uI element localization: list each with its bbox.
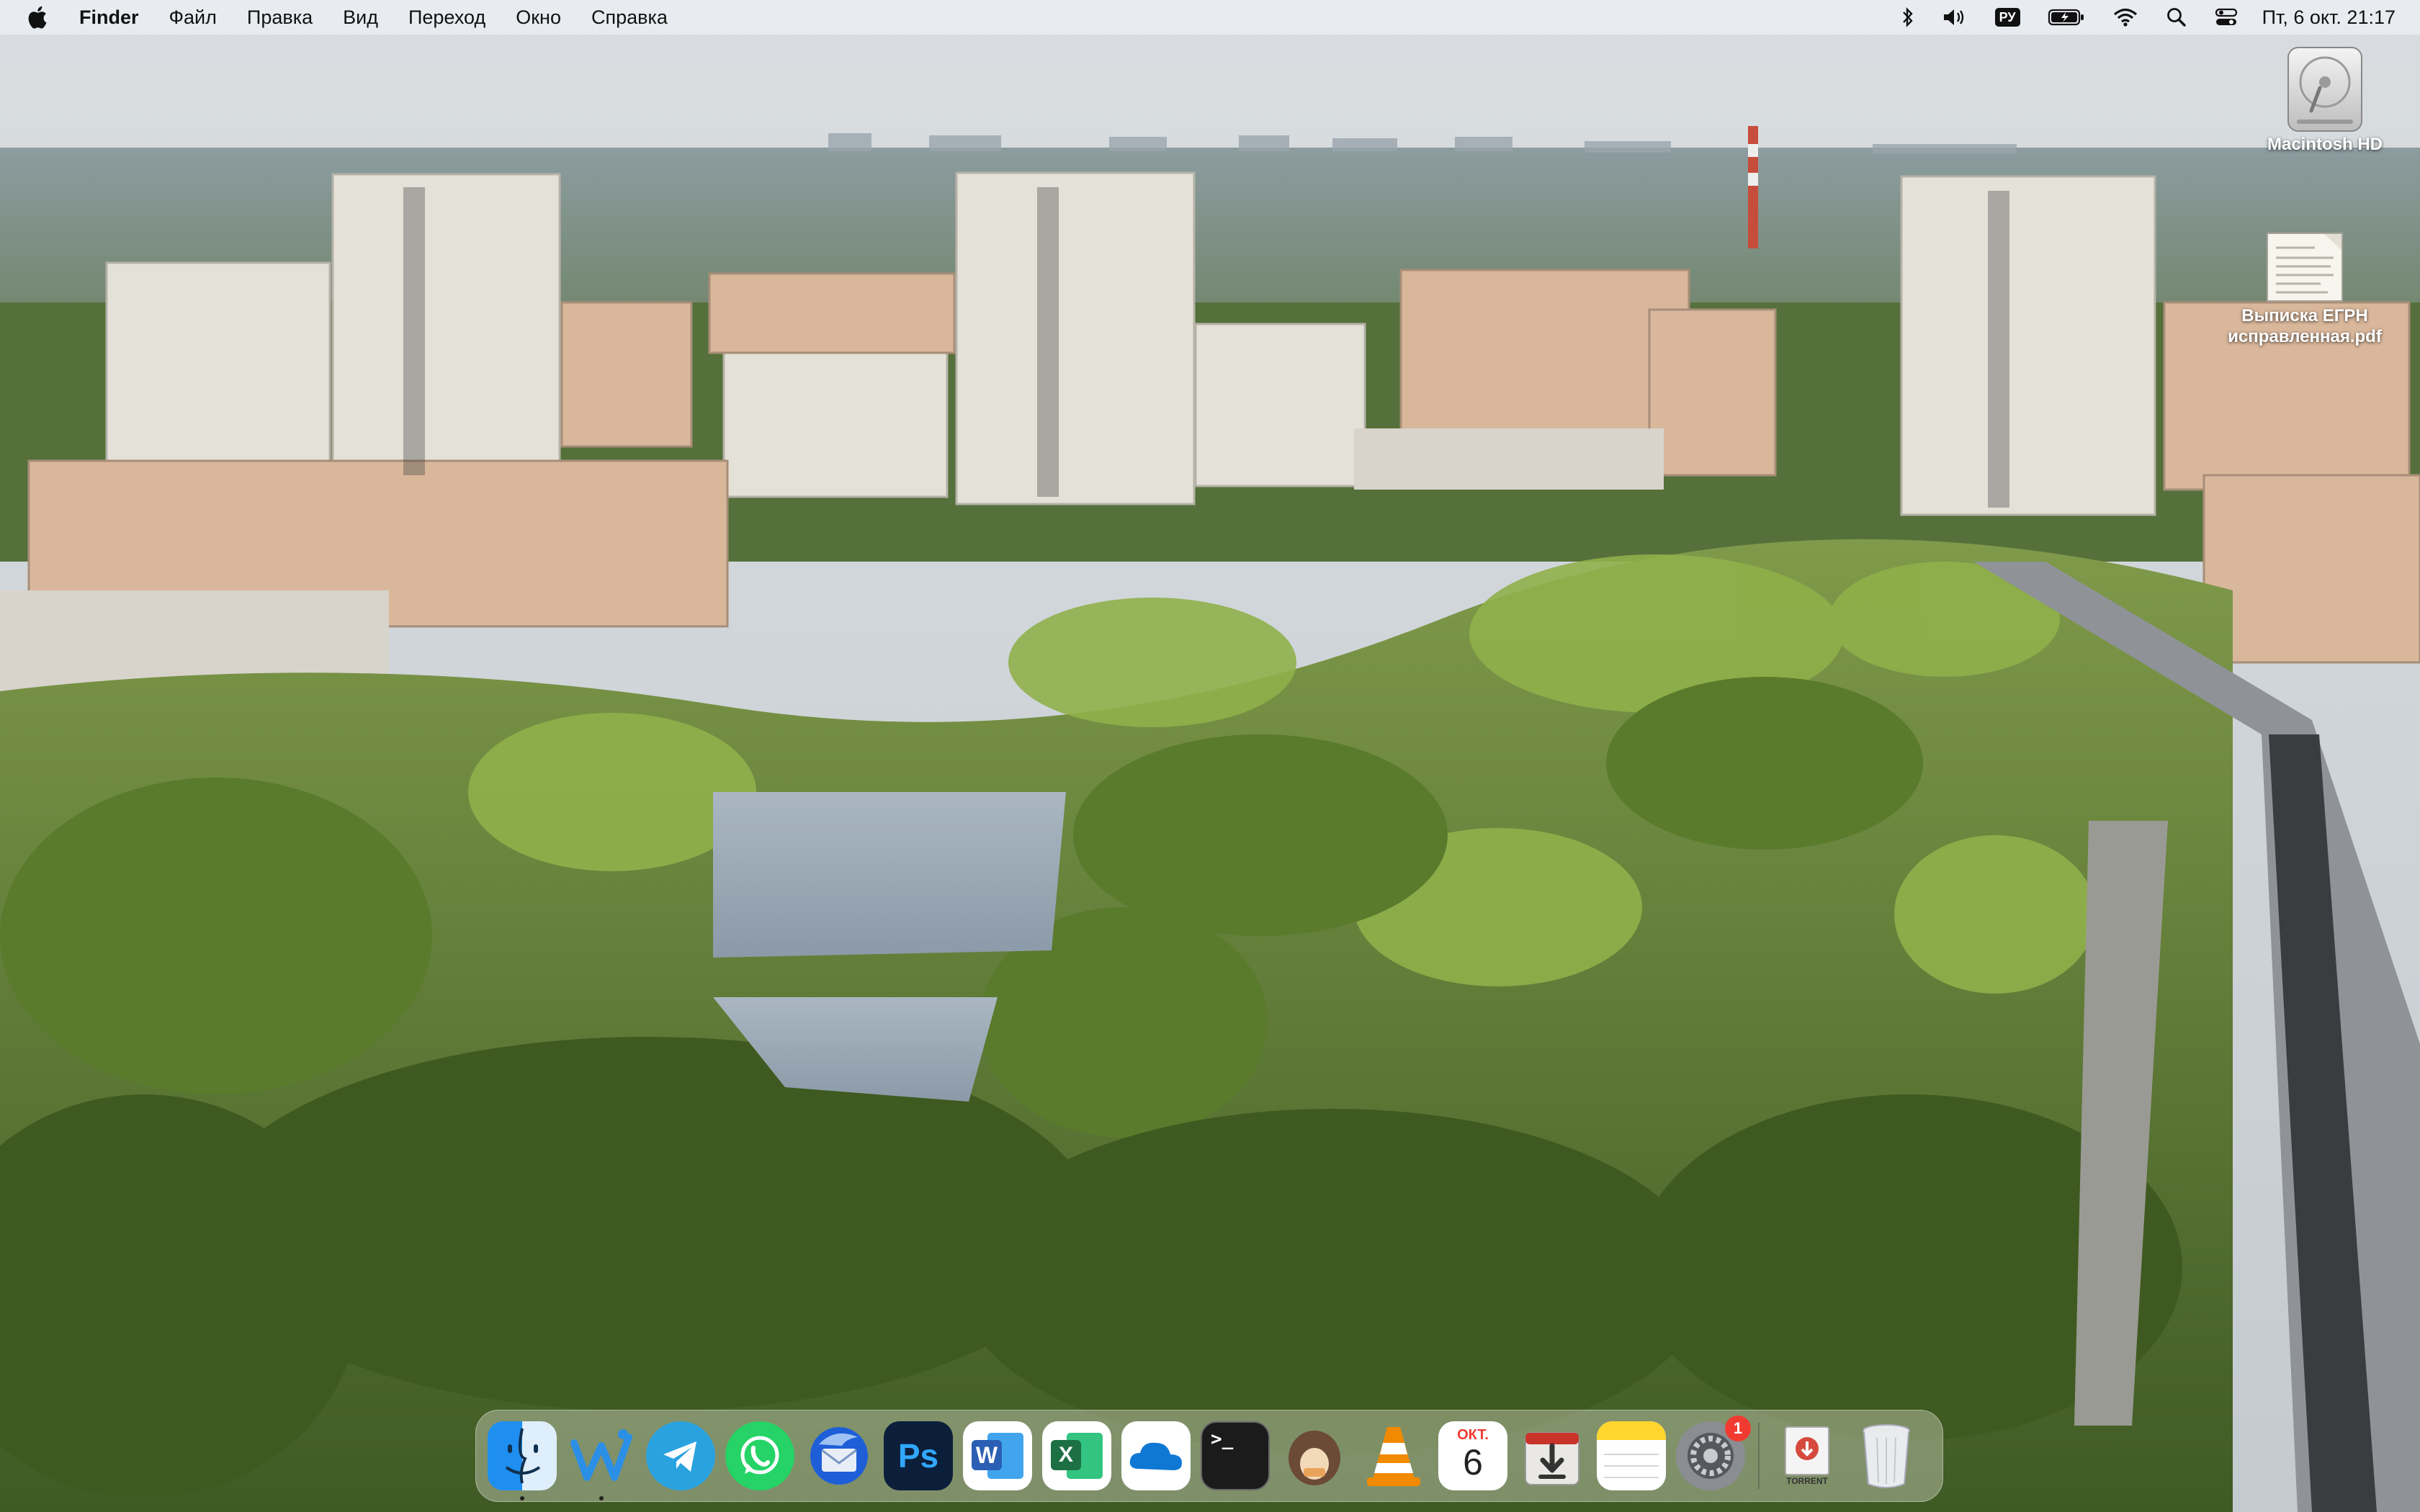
- dock-torrent-stack[interactable]: TORRENT: [1773, 1421, 1842, 1490]
- volume-icon[interactable]: [1942, 7, 1968, 27]
- menu-bar-right: РУ Пт, 6 окт. 21:17: [1874, 0, 2396, 35]
- download-box-icon: [1525, 1432, 1579, 1485]
- menu-view[interactable]: Вид: [343, 6, 378, 29]
- desktop-icon-egrn-pdf[interactable]: Выписка ЕГРН исправленная.pdf: [2204, 226, 2406, 347]
- onedrive-icon: [1129, 1442, 1182, 1470]
- torrent-doc-icon: [1785, 1426, 1829, 1475]
- input-source-icon[interactable]: РУ: [1994, 8, 2020, 27]
- dock-onedrive[interactable]: [1121, 1421, 1191, 1490]
- dock-thunderbird[interactable]: [805, 1421, 874, 1490]
- dock-notes[interactable]: [1597, 1421, 1666, 1490]
- dock-photoshop[interactable]: Ps: [884, 1421, 953, 1490]
- dock-word[interactable]: W: [963, 1421, 1032, 1490]
- wifi-icon[interactable]: [2112, 7, 2138, 27]
- menu-window[interactable]: Окно: [516, 6, 561, 29]
- whatsapp-icon: [740, 1436, 779, 1475]
- vlc-cone-icon: [1367, 1427, 1420, 1486]
- photoshop-icon: Ps: [897, 1437, 939, 1475]
- dock-vlc[interactable]: [1359, 1421, 1428, 1490]
- pdf-document-icon: [2267, 233, 2343, 302]
- desktop-icon-macintosh-hd[interactable]: Macintosh HD: [2246, 45, 2404, 155]
- app-menu-finder[interactable]: Finder: [79, 6, 139, 29]
- menu-go[interactable]: Переход: [408, 6, 485, 29]
- dock-system-settings[interactable]: 1: [1676, 1416, 1751, 1490]
- apple-menu-icon[interactable]: [26, 5, 48, 30]
- word-icon: W: [972, 1440, 1002, 1470]
- finder-icon: [505, 1428, 541, 1484]
- dock-downloader[interactable]: [1518, 1421, 1587, 1490]
- desktop-icon-label: Macintosh HD: [2267, 135, 2383, 154]
- excel-icon: X: [1051, 1440, 1081, 1470]
- control-center-icon[interactable]: [2215, 7, 2238, 27]
- menu-clock[interactable]: Пт, 6 окт. 21:17: [2262, 6, 2396, 29]
- desktop-icon-label-line2: исправленная.pdf: [2228, 327, 2382, 346]
- menu-bar-left: Finder Файл Правка Вид Переход Окно Спра…: [26, 0, 698, 35]
- dock-telegram[interactable]: [646, 1421, 715, 1490]
- mail-bird-icon: [810, 1427, 868, 1485]
- battery-icon[interactable]: [2048, 8, 2085, 27]
- dock-separator: [1758, 1423, 1760, 1489]
- desktop-icon-label-line1: Выписка ЕГРН: [2241, 306, 2368, 325]
- dock: Ps W X >_ ОКТ. 6 1 TORRENT: [475, 1410, 1943, 1502]
- running-indicator: [520, 1496, 524, 1500]
- spotlight-icon[interactable]: [2166, 6, 2187, 28]
- trash-icon: [1863, 1424, 1910, 1488]
- notes-icon: [1597, 1421, 1666, 1478]
- calendar-day: 6: [1463, 1442, 1483, 1482]
- menu-bar: Finder Файл Правка Вид Переход Окно Спра…: [0, 0, 2420, 35]
- dock-excel[interactable]: X: [1042, 1421, 1111, 1490]
- dock-trash[interactable]: [1852, 1421, 1921, 1490]
- dock-whatsapp[interactable]: [725, 1421, 794, 1490]
- telegram-icon: [663, 1441, 696, 1472]
- dock-terminal[interactable]: >_: [1201, 1421, 1270, 1490]
- notification-badge: 1: [1725, 1416, 1751, 1441]
- hard-drive-icon: [2287, 47, 2362, 132]
- terminal-icon: >_: [1211, 1428, 1234, 1450]
- running-indicator: [599, 1496, 604, 1500]
- dock-archive-app[interactable]: [1280, 1421, 1349, 1490]
- calendar-month: ОКТ.: [1457, 1427, 1489, 1443]
- torrent-label: TORRENT: [1786, 1476, 1828, 1486]
- dock-calendar[interactable]: ОКТ. 6: [1438, 1421, 1507, 1490]
- bluetooth-icon[interactable]: [1901, 6, 1914, 28]
- dock-wave-app[interactable]: [567, 1421, 636, 1500]
- desktop-wallpaper: [0, 0, 2420, 1512]
- dock-finder[interactable]: [488, 1421, 557, 1500]
- menu-help[interactable]: Справка: [591, 6, 668, 29]
- archive-icon: [1289, 1431, 1340, 1485]
- menu-edit[interactable]: Правка: [247, 6, 313, 29]
- menu-file[interactable]: Файл: [169, 6, 217, 29]
- wave-w-icon: [570, 1429, 632, 1481]
